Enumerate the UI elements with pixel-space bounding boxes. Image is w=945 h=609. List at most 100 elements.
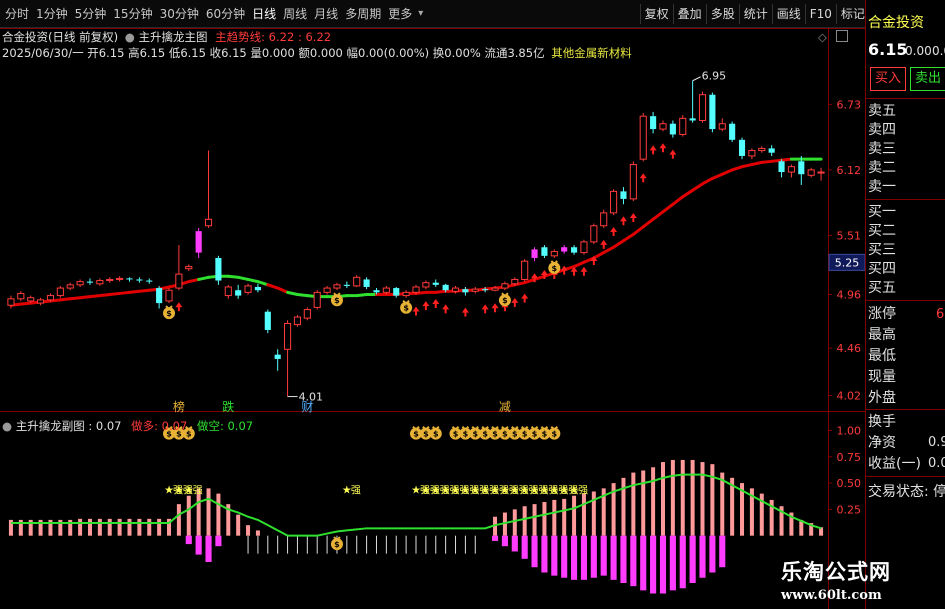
- candle-body: [224, 286, 232, 297]
- ohlc-line: 2025/06/30/一 开6.15 高6.15 低6.15 收6.15 量0.…: [2, 45, 632, 61]
- sub-money-bag-icon-glyph: $: [482, 430, 488, 439]
- sub-pos-bar: [206, 488, 211, 536]
- sub-neg-bar: [205, 535, 212, 562]
- candle-body: [451, 287, 460, 292]
- stat-label-1: 最高: [868, 327, 896, 343]
- candle-body: [669, 123, 676, 135]
- tab-4[interactable]: 30分钟: [157, 5, 202, 23]
- sub-neg-bar: [590, 535, 597, 578]
- money-bag-icon-glyph: $: [403, 304, 409, 313]
- sub-neg-bar: [501, 535, 508, 547]
- candle-body: [264, 311, 271, 330]
- window-icon[interactable]: [836, 30, 848, 42]
- trend-line-segment: [187, 277, 201, 284]
- kline-chart[interactable]: 6.736.125.514.964.464.025.25$$$$$6.954.0…: [0, 28, 866, 609]
- sub-pos-bar: [542, 502, 547, 536]
- tool-button-3[interactable]: 统计: [738, 4, 772, 24]
- stat-label-3: 现量: [868, 369, 896, 385]
- sub-tick-label: 0.75: [837, 451, 862, 464]
- sub-tick-label: 0.25: [837, 503, 862, 516]
- money-bag-icon-glyph: $: [334, 296, 340, 305]
- candle-body: [550, 251, 558, 257]
- tab-9[interactable]: 多周期: [342, 5, 384, 23]
- tool-button-6[interactable]: 标记: [835, 4, 869, 24]
- candle-body: [639, 115, 647, 160]
- candle-body: [758, 147, 766, 152]
- buy-level-4: 买五: [868, 280, 896, 296]
- sector-label[interactable]: 其他金属新材料: [551, 46, 632, 60]
- candle-body: [541, 247, 548, 256]
- tab-10[interactable]: 更多: [385, 5, 415, 23]
- trend-line-segment: [246, 277, 260, 284]
- candle-body: [284, 323, 292, 350]
- tool-button-2[interactable]: 多股: [705, 4, 739, 24]
- tab-1[interactable]: 1分钟: [33, 5, 71, 23]
- sub-pos-bar: [562, 498, 567, 536]
- stat2-label-2: 收益(一): [868, 456, 921, 472]
- tab-5[interactable]: 60分钟: [203, 5, 248, 23]
- sub-neg-bar: [185, 535, 192, 545]
- sub-pos-bar: [117, 518, 122, 536]
- trend-line-segment: [720, 168, 734, 176]
- candle-body: [580, 241, 588, 254]
- sub-indicator-toggle-icon[interactable]: ●: [2, 419, 12, 433]
- tab-3[interactable]: 15分钟: [110, 5, 155, 23]
- candle-body: [422, 282, 430, 288]
- buy-level-0: 买一: [868, 204, 896, 220]
- candle-body: [600, 212, 608, 227]
- sub-neg-bar: [709, 535, 716, 573]
- event-marker: 榜: [173, 399, 185, 414]
- candle-body: [729, 123, 736, 140]
- dropdown-icon[interactable]: ▾: [418, 5, 423, 23]
- candle-body: [323, 287, 331, 293]
- sub-pos-bar: [97, 518, 102, 536]
- sub-neg-bar: [571, 535, 578, 580]
- trend-line-segment: [710, 172, 724, 180]
- tool-button-5[interactable]: F10: [804, 4, 836, 24]
- panel-divider: [866, 98, 945, 99]
- candle-body: [442, 284, 449, 291]
- stat-label-2: 最低: [868, 348, 896, 364]
- price-tick-label: 4.96: [837, 289, 862, 302]
- trend-line-segment: [701, 176, 714, 186]
- buy-button[interactable]: 买入: [870, 67, 906, 91]
- tool-button-0[interactable]: 复权: [639, 4, 673, 24]
- tab-6[interactable]: 日线: [249, 5, 279, 23]
- sub-money-bag-icon-glyph: $: [463, 430, 469, 439]
- candle-body: [7, 298, 15, 306]
- candle-body: [432, 282, 439, 285]
- sell-button[interactable]: 卖出: [910, 67, 945, 91]
- sub-neg-bar: [215, 535, 222, 547]
- sub-neg-bar: [561, 535, 568, 578]
- candle-body: [501, 283, 509, 289]
- sub-neg-bar: [541, 535, 548, 573]
- stat-label-0: 涨停: [868, 306, 896, 322]
- tab-2[interactable]: 5分钟: [72, 5, 110, 23]
- price-tick-label: 4.46: [837, 342, 862, 355]
- sub-pos-bar: [720, 472, 725, 536]
- candle-body: [629, 164, 637, 200]
- indicator-toggle-icon[interactable]: ●: [125, 30, 135, 44]
- sub-money-bag-icon-glyph: $: [423, 430, 429, 439]
- candle-body: [27, 297, 35, 302]
- tool-button-4[interactable]: 画线: [771, 4, 805, 24]
- chart-area[interactable]: 6.73 6.12 5.51 4.96 4.46 4.02 5.25 $ $ $ $ $6.95 4.0…: [0, 28, 866, 609]
- stat2-label-0: 换手: [868, 414, 896, 430]
- candle-body: [156, 288, 163, 304]
- tab-0[interactable]: 分时: [2, 5, 32, 23]
- period-tabs: 分时 1分钟 5分钟 15分钟 30分钟 60分钟 日线 周线 月线 多周期 更多 ▾: [2, 5, 423, 23]
- candle-body: [482, 289, 489, 291]
- sub-neg-bar: [580, 535, 588, 580]
- candle-body: [66, 284, 74, 289]
- tab-7[interactable]: 周线: [280, 5, 310, 23]
- sub-tick-label: 1.00: [837, 425, 862, 438]
- tab-8[interactable]: 月线: [311, 5, 341, 23]
- sub-money-bag-icon-glyph: $: [522, 430, 528, 439]
- tool-button-1[interactable]: 叠加: [672, 4, 706, 24]
- panel-divider: [866, 300, 945, 301]
- sub-pos-bar: [591, 491, 596, 536]
- candle-body: [382, 287, 390, 293]
- diamond-icon[interactable]: ◇: [818, 30, 827, 44]
- sub-neg-bar: [195, 535, 202, 555]
- sub-pos-bar: [522, 506, 527, 536]
